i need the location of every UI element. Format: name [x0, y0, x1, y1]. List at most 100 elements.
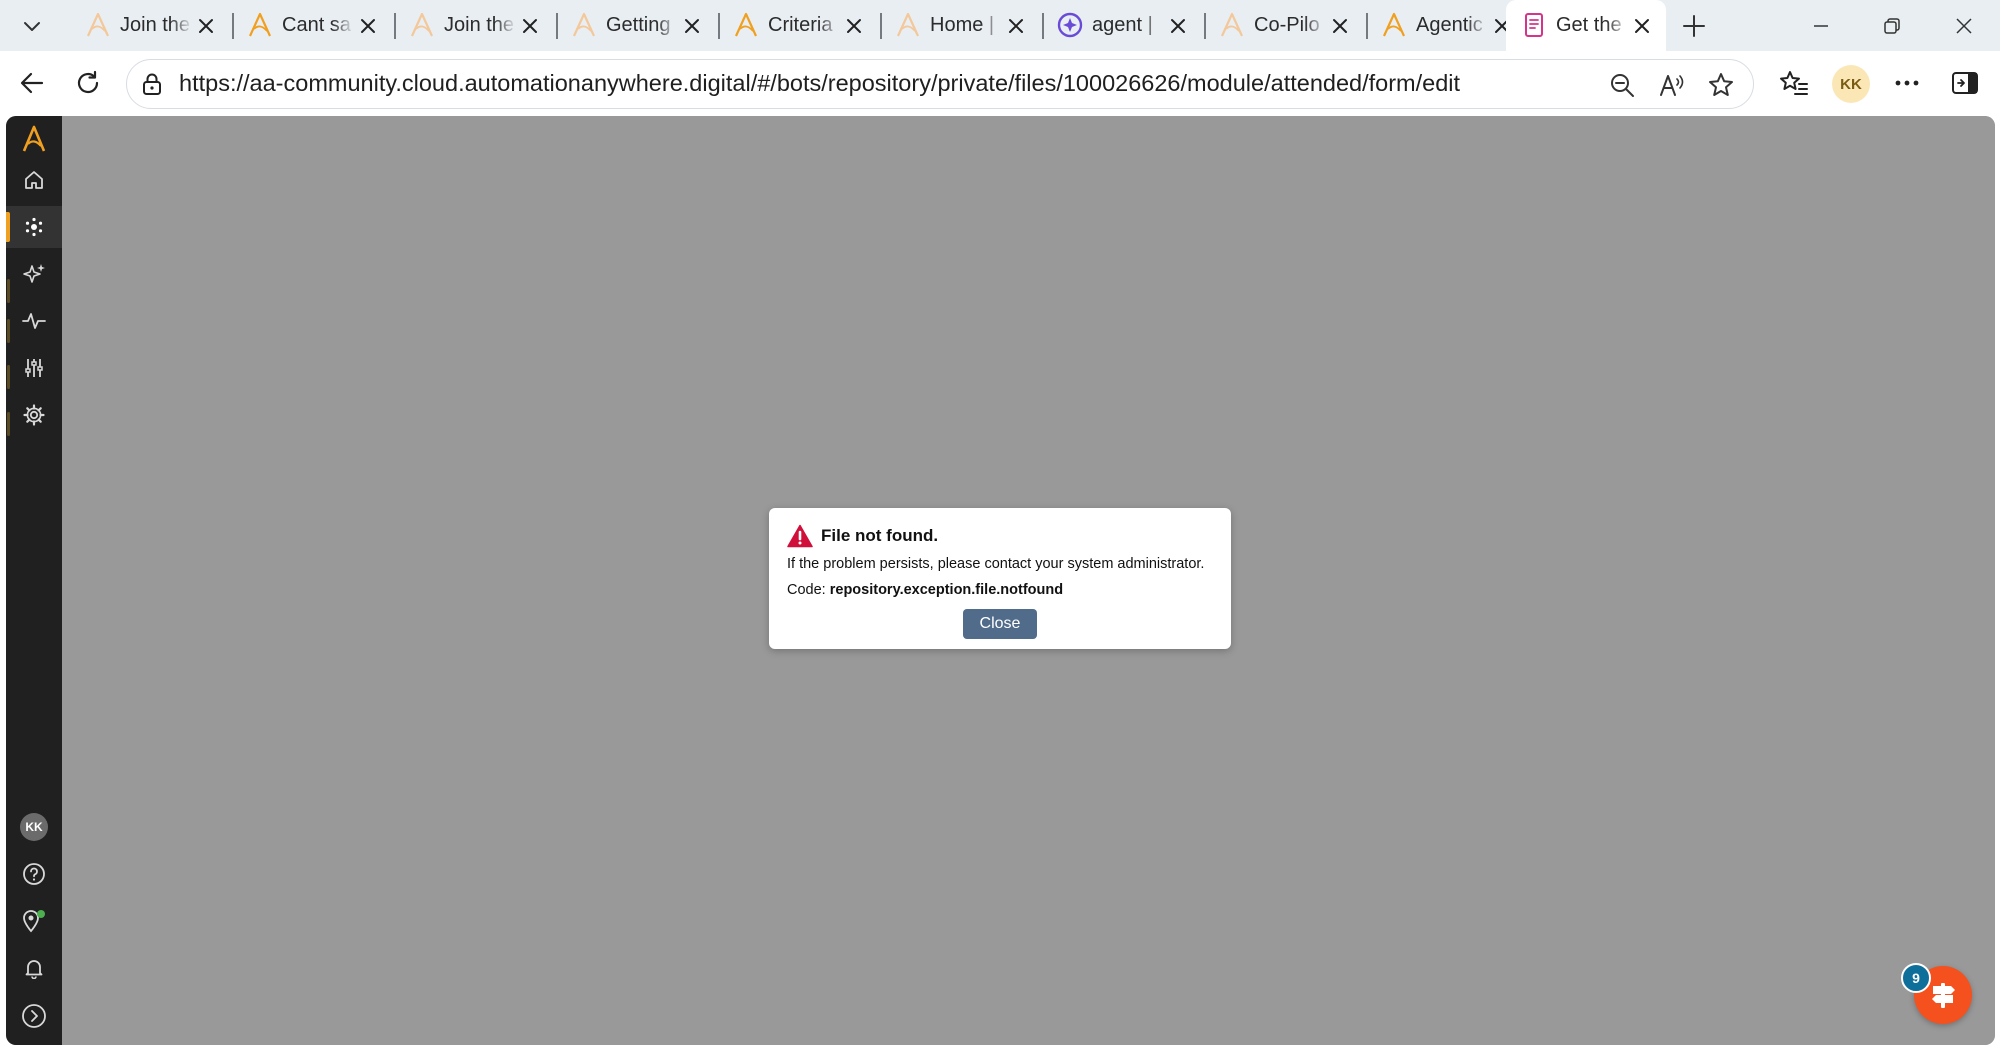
minimize-icon — [1814, 24, 1828, 27]
refresh-button[interactable] — [66, 63, 110, 103]
new-tab-button[interactable] — [1676, 8, 1712, 44]
automation-anywhere-logo-icon — [84, 11, 112, 39]
warning-icon — [787, 524, 813, 548]
browser-tab[interactable]: Join the — [70, 0, 232, 51]
sidebar-item-notifications[interactable] — [6, 947, 62, 989]
minimize-button[interactable] — [1786, 0, 1856, 51]
browser-toolbar: https://aa-community.cloud.automationany… — [0, 51, 2000, 116]
section-marker — [7, 365, 10, 389]
read-aloud-button[interactable] — [1655, 68, 1689, 102]
home-icon — [25, 171, 43, 189]
sidebar-toggle-button[interactable] — [1943, 63, 1987, 103]
close-icon — [523, 19, 537, 33]
profile-avatar[interactable]: KK — [1832, 65, 1870, 103]
back-button[interactable] — [10, 63, 54, 103]
manage-sliders-icon — [25, 359, 43, 377]
automation-anywhere-logo-icon — [408, 11, 436, 39]
browser-tab[interactable]: Co-Pilo — [1204, 0, 1366, 51]
close-icon — [1635, 19, 1649, 33]
close-icon — [1956, 17, 1972, 34]
restore-button[interactable] — [1857, 0, 1927, 51]
browser-tab[interactable]: agent | — [1042, 0, 1204, 51]
favorite-star-button[interactable] — [1704, 68, 1738, 102]
dialog-header: File not found. — [787, 524, 938, 548]
browser-tab[interactable]: Get the — [1506, 0, 1666, 51]
address-bar[interactable]: https://aa-community.cloud.automationany… — [126, 59, 1754, 109]
tab-close-button[interactable] — [679, 13, 705, 39]
browser-tab[interactable]: Getting — [556, 0, 718, 51]
lock-icon[interactable] — [139, 71, 165, 97]
sidebar-user-menu[interactable]: KK — [6, 806, 62, 848]
form-document-icon — [1520, 11, 1548, 39]
tab-title: Cant sa — [282, 14, 351, 36]
aa-logo[interactable] — [6, 118, 62, 160]
tab-close-button[interactable] — [355, 13, 381, 39]
favorites-button[interactable] — [1772, 63, 1816, 103]
error-code-row: Code: repository.exception.file.notfound — [787, 582, 1063, 598]
tab-close-button[interactable] — [1629, 13, 1655, 39]
close-icon — [361, 19, 375, 33]
zoom-out-icon — [1611, 74, 1634, 97]
tab-title: agent | — [1092, 14, 1153, 36]
plus-icon — [1683, 15, 1705, 37]
settings-gear-icon — [23, 404, 45, 426]
more-horizontal-icon — [1895, 80, 1919, 86]
dialog-title: File not found. — [821, 526, 939, 545]
sidebar-item-home[interactable] — [6, 159, 62, 201]
automation-anywhere-logo-icon — [1380, 11, 1408, 39]
sidebar-item-settings[interactable] — [6, 394, 62, 436]
notifications-bell-icon — [25, 960, 43, 979]
restore-icon — [1884, 17, 1900, 34]
close-icon — [199, 19, 213, 33]
automation-anywhere-logo-icon — [570, 11, 598, 39]
tab-close-button[interactable] — [193, 13, 219, 39]
browser-tab[interactable]: Criteria — [718, 0, 880, 51]
aa-logo-icon — [22, 125, 46, 152]
automation-icon — [25, 217, 43, 237]
tab-list-dropdown-button[interactable] — [10, 8, 54, 44]
sidebar-panel-icon — [1952, 72, 1978, 94]
section-marker — [7, 412, 10, 436]
error-code-value: repository.exception.file.notfound — [829, 582, 1064, 598]
browser-tab[interactable]: Home | — [880, 0, 1042, 51]
sidebar-item-activity[interactable] — [6, 300, 62, 342]
error-dialog: File not found. If the problem persists,… — [769, 508, 1231, 649]
tab-close-button[interactable] — [1003, 13, 1029, 39]
close-icon — [1333, 19, 1347, 33]
browser-tab[interactable]: Cant sa — [232, 0, 394, 51]
browser-tab[interactable]: Join the — [394, 0, 556, 51]
chevron-down-icon — [24, 22, 40, 31]
close-button[interactable]: Close — [963, 609, 1037, 639]
tab-close-button[interactable] — [1327, 13, 1353, 39]
browser-tab[interactable]: Agentic — [1366, 0, 1509, 51]
tab-separator — [394, 13, 396, 39]
url-text[interactable]: https://aa-community.cloud.automationany… — [179, 60, 1460, 107]
sidebar-expand-button[interactable] — [6, 995, 62, 1037]
sidebar-item-pathfinder[interactable] — [6, 900, 62, 942]
section-marker — [7, 279, 10, 303]
sidebar-item-automation[interactable] — [6, 206, 62, 248]
arrow-left-icon — [20, 72, 44, 94]
sidebar-item-help[interactable] — [6, 853, 62, 895]
read-aloud-icon — [1660, 75, 1684, 96]
sidebar-item-manage[interactable] — [6, 347, 62, 389]
automation-anywhere-logo-icon — [1218, 11, 1246, 39]
automation-anywhere-logo-icon — [732, 11, 760, 39]
tab-separator — [556, 13, 558, 39]
tab-close-button[interactable] — [517, 13, 543, 39]
tab-close-button[interactable] — [841, 13, 867, 39]
close-icon — [1009, 19, 1023, 33]
close-icon — [685, 19, 699, 33]
settings-more-button[interactable] — [1885, 63, 1929, 103]
sidebar-item-ai[interactable] — [6, 253, 62, 295]
tab-title: Get the — [1556, 14, 1622, 36]
zoom-out-button[interactable] — [1605, 68, 1639, 102]
error-code-label: Code: — [787, 582, 826, 598]
dialog-message: If the problem persists, please contact … — [787, 556, 1205, 572]
close-window-button[interactable] — [1929, 0, 1999, 51]
app-sidebar: KK — [6, 116, 62, 1045]
help-icon — [23, 863, 45, 885]
notification-count-badge: 9 — [1901, 963, 1931, 993]
tab-close-button[interactable] — [1165, 13, 1191, 39]
tab-separator — [232, 13, 234, 39]
